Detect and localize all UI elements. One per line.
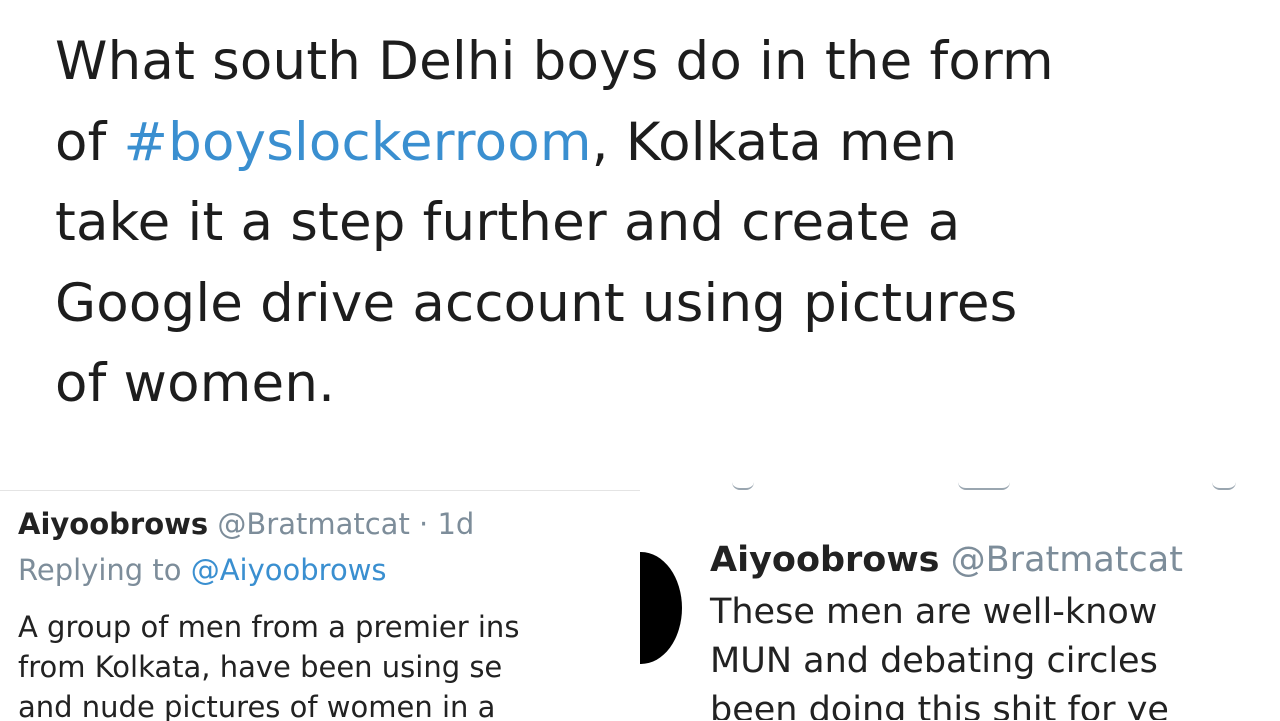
reply-line: and nude pictures of women in a [18,690,496,721]
reply-line: been doing this shit for ye [710,690,1169,720]
left-reply-tweet[interactable]: Aiyoobrows @Bratmatcat · 1d Replying to … [0,490,640,721]
tweet-text-fragment: of [55,111,124,173]
reply-header: Aiyoobrows @Bratmatcat · 1d [18,507,474,541]
tweet-line: What south Delhi boys do in the form [55,31,1054,92]
tweet-timestamp[interactable]: · 1d [419,507,474,541]
right-reply-tweet[interactable]: Aiyoobrows @Bratmatcat These men are wel… [640,480,1280,720]
avatar[interactable] [640,552,682,664]
tweet-line: Google drive account using pictures [55,272,1018,334]
reply-body: A group of men from a premier ins from K… [18,607,519,721]
tweet-line: of #boyslockerroom, Kolkata men [55,103,1255,184]
tweet-line: take it a step further and create a [55,192,961,253]
replying-to: Replying to @Aiyoobrows [18,553,387,587]
display-name[interactable]: Aiyoobrows [18,507,208,541]
display-name[interactable]: Aiyoobrows [710,540,940,580]
reply-line: MUN and debating circles [710,641,1158,681]
share-icon[interactable] [1212,480,1236,490]
reply-line: from Kolkata, have been using se [18,650,503,684]
replying-label: Replying to [18,553,191,587]
reply-icon[interactable] [732,480,754,490]
reply-body: These men are well-know MUN and debating… [710,588,1169,720]
user-handle[interactable]: @Bratmatcat [217,507,409,541]
main-tweet-text: What south Delhi boys do in the form of … [55,22,1255,425]
reply-header: Aiyoobrows @Bratmatcat [710,540,1183,580]
mention-link[interactable]: @Aiyoobrows [191,553,387,587]
reply-line: A group of men from a premier ins [18,610,520,644]
tweet-line: of women. [55,353,336,414]
action-icons-strip [640,480,1280,494]
retweet-icon[interactable] [958,480,1010,490]
hashtag-link[interactable]: #boyslockerroom [124,112,592,173]
tweet-text-fragment: , Kolkata men [591,111,958,173]
reply-line: These men are well-know [710,592,1158,632]
user-handle[interactable]: @Bratmatcat [951,540,1183,580]
